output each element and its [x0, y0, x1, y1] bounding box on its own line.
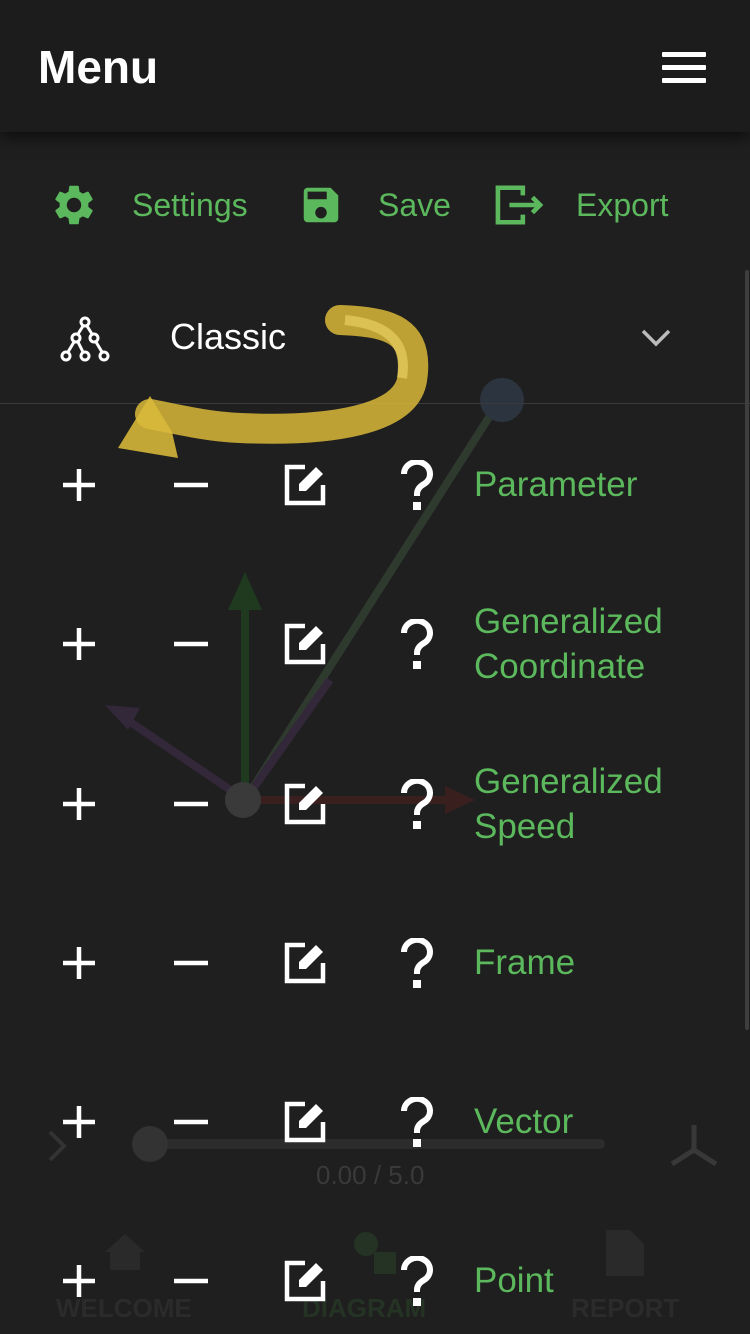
item-type-label-line1: Vector	[474, 1102, 574, 1141]
add-button[interactable]	[44, 1201, 114, 1334]
question-mark-icon	[400, 937, 433, 988]
remove-button[interactable]	[156, 724, 226, 883]
item-type-row-2: Generalized Speed	[0, 724, 740, 883]
item-type-label: Parameter	[474, 462, 637, 507]
plus-icon	[63, 627, 95, 660]
help-button[interactable]	[382, 564, 452, 723]
question-mark-icon	[400, 1255, 433, 1306]
item-type-label-line1: Generalized	[474, 762, 663, 801]
settings-label: Settings	[132, 186, 248, 223]
edit-button[interactable]	[270, 1201, 340, 1334]
chevron-down-icon	[641, 329, 671, 347]
add-button[interactable]	[44, 1042, 114, 1201]
edit-button[interactable]	[270, 883, 340, 1042]
help-button[interactable]	[382, 405, 452, 564]
remove-button[interactable]	[156, 564, 226, 723]
item-type-label: Point	[474, 1258, 554, 1303]
selector-value: Classic	[170, 316, 287, 357]
app-header: Menu	[0, 0, 750, 132]
remove-button[interactable]	[156, 1201, 226, 1334]
item-type-label-line1: Frame	[474, 943, 576, 982]
minus-icon	[174, 1119, 208, 1124]
help-button[interactable]	[382, 724, 452, 883]
save-label: Save	[378, 186, 451, 223]
minus-icon	[174, 641, 208, 646]
item-type-label-line2: Coordinate	[474, 647, 646, 686]
add-button[interactable]	[44, 883, 114, 1042]
question-mark-icon	[400, 618, 433, 669]
item-type-label: Vector	[474, 1099, 573, 1144]
item-type-row-5: Point	[0, 1201, 740, 1334]
scrollbar[interactable]	[745, 270, 749, 1030]
remove-button[interactable]	[156, 883, 226, 1042]
item-type-label-line1: Generalized	[474, 602, 663, 641]
item-type-label: Generalized Speed	[474, 759, 663, 849]
settings-button[interactable]: Settings	[50, 170, 248, 240]
add-button[interactable]	[44, 724, 114, 883]
export-icon	[495, 185, 544, 225]
item-type-label: Generalized Coordinate	[474, 599, 663, 689]
plus-icon	[63, 1105, 95, 1138]
edit-icon	[284, 1101, 326, 1142]
question-mark-icon	[400, 459, 433, 510]
page-title: Menu	[38, 41, 159, 93]
item-type-label: Frame	[474, 940, 575, 985]
item-type-label-line2: Speed	[474, 807, 576, 846]
item-type-label-line1: Point	[474, 1261, 554, 1300]
question-mark-icon	[400, 1096, 433, 1147]
edit-button[interactable]	[270, 1042, 340, 1201]
model-selector[interactable]: Classic	[0, 272, 750, 404]
add-button[interactable]	[44, 405, 114, 564]
remove-button[interactable]	[156, 1042, 226, 1201]
edit-icon	[284, 464, 326, 505]
help-button[interactable]	[382, 883, 452, 1042]
toolbar: Settings Save Export	[0, 170, 750, 240]
item-type-row-1: Generalized Coordinate	[0, 564, 740, 723]
edit-icon	[284, 942, 326, 983]
tree-graph-icon	[60, 316, 110, 362]
edit-button[interactable]	[270, 724, 340, 883]
minus-icon	[174, 1278, 208, 1283]
minus-icon	[174, 482, 208, 487]
edit-button[interactable]	[270, 405, 340, 564]
floppy-disk-icon	[303, 187, 339, 223]
minus-icon	[174, 960, 208, 965]
help-button[interactable]	[382, 1042, 452, 1201]
edit-button[interactable]	[270, 564, 340, 723]
edit-icon	[284, 1260, 326, 1301]
item-type-row-0: Parameter	[0, 405, 740, 564]
edit-icon	[284, 783, 326, 824]
export-button[interactable]: Export	[492, 170, 668, 240]
edit-icon	[284, 623, 326, 664]
add-button[interactable]	[44, 564, 114, 723]
remove-button[interactable]	[156, 405, 226, 564]
gear-icon	[55, 185, 93, 225]
minus-icon	[174, 801, 208, 806]
help-button[interactable]	[382, 1201, 452, 1334]
item-type-row-3: Frame	[0, 883, 740, 1042]
plus-icon	[63, 787, 95, 820]
question-mark-icon	[400, 778, 433, 829]
save-button[interactable]: Save	[298, 170, 451, 240]
plus-icon	[63, 946, 95, 979]
hamburger-menu-icon[interactable]	[662, 52, 706, 84]
export-label: Export	[576, 186, 669, 223]
item-type-row-4: Vector	[0, 1042, 740, 1201]
plus-icon	[63, 468, 95, 501]
plus-icon	[63, 1264, 95, 1297]
item-type-label-line1: Parameter	[474, 465, 638, 504]
